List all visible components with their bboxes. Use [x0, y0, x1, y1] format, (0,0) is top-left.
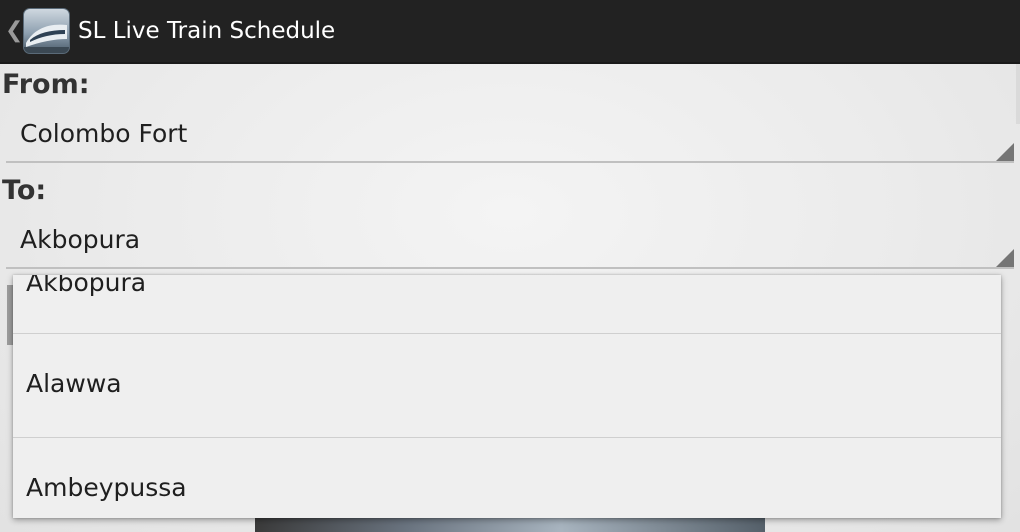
to-spinner-underline [6, 267, 1014, 269]
list-item[interactable]: Ambeypussa [13, 438, 1001, 518]
list-item[interactable]: Akbopura [13, 275, 1001, 333]
from-label: From: [2, 69, 90, 100]
train-app-icon[interactable] [23, 8, 70, 54]
dropdown-triangle-icon [996, 143, 1014, 161]
chevron-left-icon[interactable]: ❮ [5, 18, 23, 44]
app-title: SL Live Train Schedule [78, 18, 336, 44]
to-label: To: [2, 175, 47, 206]
banner-image [255, 518, 765, 532]
list-item-label: Alawwa [26, 369, 122, 398]
scroll-edge [1016, 64, 1020, 124]
station-dropdown-list[interactable]: Akbopura Alawwa Ambeypussa [13, 275, 1001, 518]
from-spinner[interactable]: Colombo Fort [6, 113, 1014, 163]
from-spinner-value: Colombo Fort [20, 119, 188, 148]
list-item[interactable]: Alawwa [13, 334, 1001, 437]
list-item-label: Akbopura [26, 275, 147, 297]
from-spinner-underline [6, 161, 1014, 163]
dropdown-triangle-icon [996, 249, 1014, 267]
to-spinner-value: Akbopura [20, 225, 141, 254]
to-spinner[interactable]: Akbopura [6, 219, 1014, 269]
action-bar: ❮ SL Live Train Schedule [0, 0, 1020, 64]
list-item-label: Ambeypussa [26, 473, 187, 502]
